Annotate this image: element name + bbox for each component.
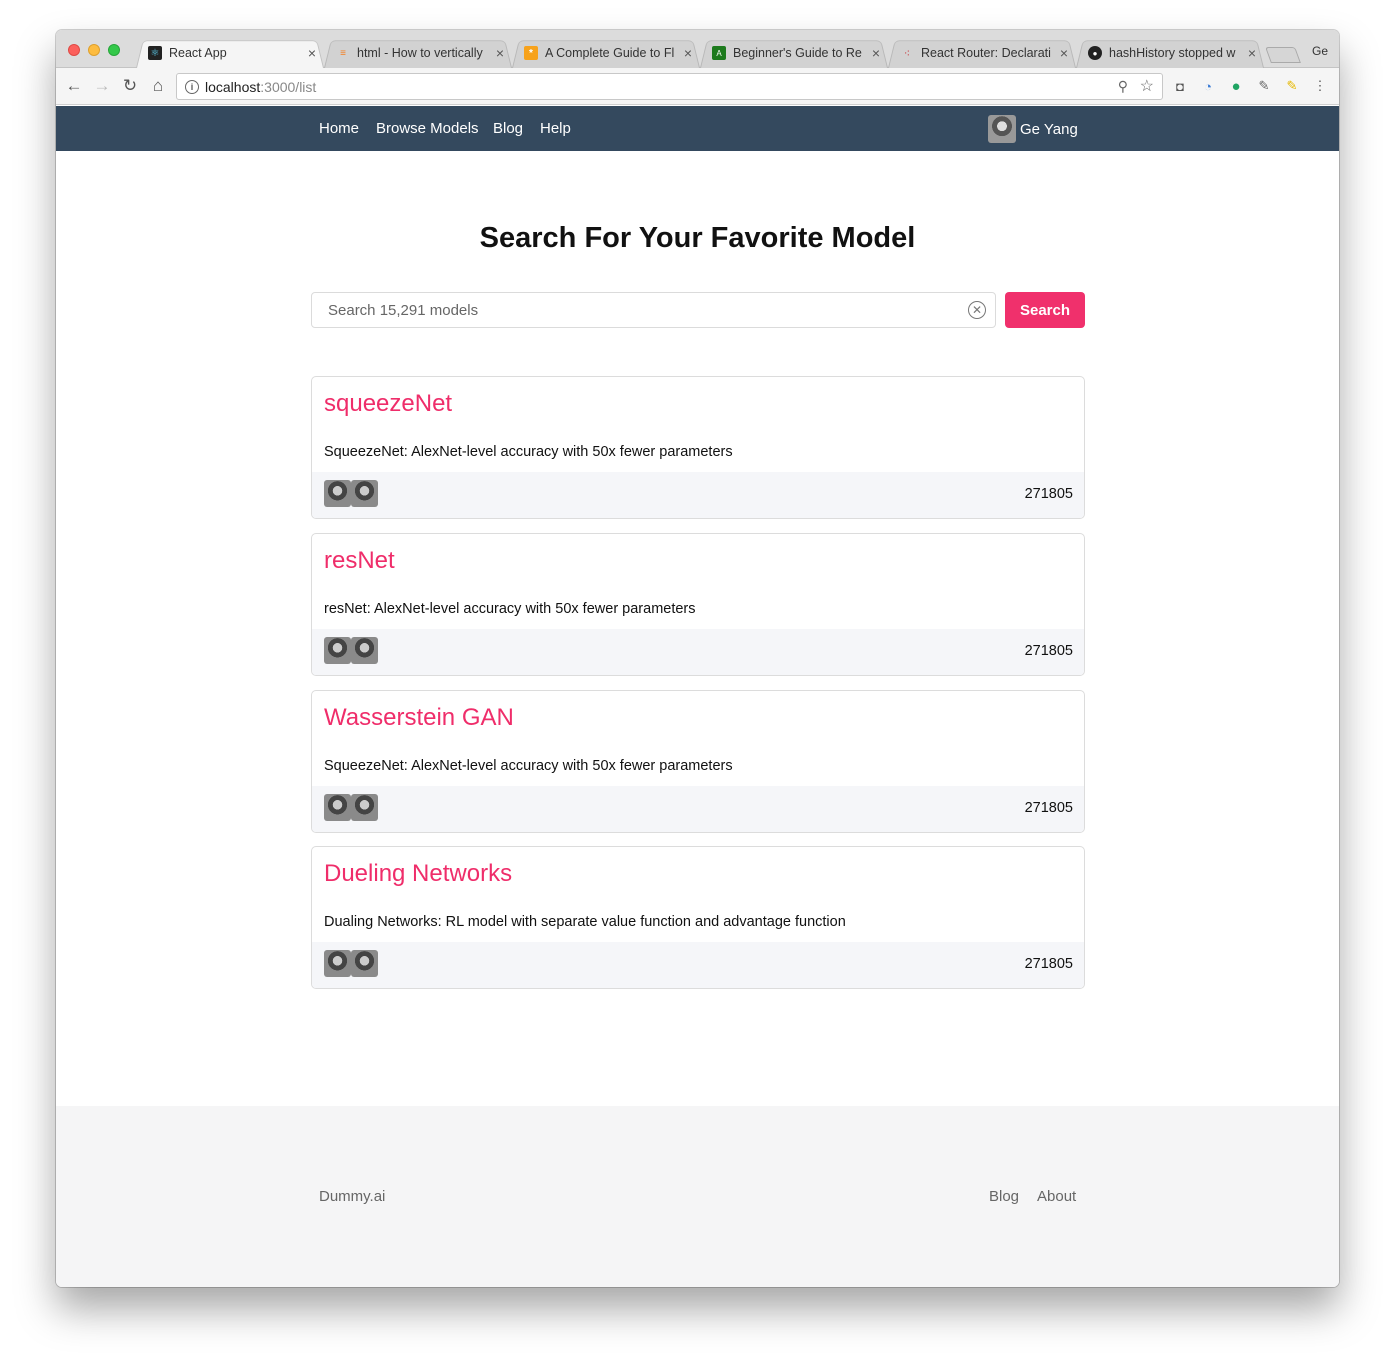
nav-help[interactable]: Help <box>540 120 571 137</box>
back-arrow-icon[interactable]: ← <box>64 76 84 96</box>
model-count: 271805 <box>1024 800 1073 816</box>
close-icon[interactable]: × <box>1248 45 1256 61</box>
model-count: 271805 <box>1024 486 1073 502</box>
model-card-resnet: resNet resNet: AlexNet-level accuracy wi… <box>311 533 1085 676</box>
search-button[interactable]: Search <box>1005 292 1085 328</box>
maximize-window-button[interactable] <box>108 44 120 56</box>
footer-brand[interactable]: Dummy.ai <box>319 1188 385 1205</box>
url-host: localhost <box>205 78 261 95</box>
tab-label: Beginner's Guide to Re <box>733 46 862 60</box>
menu-dots-icon[interactable]: ⋮ <box>1312 78 1328 94</box>
contributor-avatar[interactable] <box>351 637 378 664</box>
user-avatar <box>988 115 1016 143</box>
close-icon[interactable]: × <box>872 45 880 61</box>
close-icon[interactable]: × <box>496 45 504 61</box>
contributor-avatar[interactable] <box>324 794 351 821</box>
tab-codepen[interactable]: A Beginner's Guide to Re × <box>700 38 888 68</box>
model-count: 271805 <box>1024 643 1073 659</box>
user-name: Ge Yang <box>1020 120 1078 138</box>
clear-search-icon[interactable]: ✕ <box>968 301 986 319</box>
contributor-avatar[interactable] <box>351 794 378 821</box>
close-icon[interactable]: × <box>308 45 316 61</box>
home-icon[interactable]: ⌂ <box>148 76 168 96</box>
grammarly-icon[interactable]: ● <box>1228 78 1244 95</box>
model-card-dueling-networks: Dueling Networks Dualing Networks: RL mo… <box>311 846 1085 989</box>
tab-label: React App <box>169 46 227 60</box>
model-count: 271805 <box>1024 956 1073 972</box>
stackoverflow-icon: ≡ <box>340 47 346 59</box>
browser-window: ⚛ React App × ≡ html - How to vertically… <box>56 30 1339 1287</box>
new-tab-button[interactable] <box>1265 47 1301 63</box>
model-description: resNet: AlexNet-level accuracy with 50x … <box>324 601 696 617</box>
tab-stackoverflow[interactable]: ≡ html - How to vertically × <box>324 38 512 68</box>
extension-icon[interactable]: ◔ <box>1200 78 1216 94</box>
address-bar[interactable]: i localhost:3000/list ⚲ ☆ <box>176 73 1163 100</box>
model-description: SqueezeNet: AlexNet-level accuracy with … <box>324 444 733 460</box>
model-title[interactable]: Dueling Networks <box>324 860 512 888</box>
card-footer: 271805 <box>312 472 1084 518</box>
close-icon[interactable]: × <box>1060 45 1068 61</box>
card-footer: 271805 <box>312 942 1084 988</box>
contributor-avatar[interactable] <box>351 950 378 977</box>
main-content: Search For Your Favorite Model ✕ Search … <box>56 151 1339 1106</box>
tab-github[interactable]: ● hashHistory stopped w × <box>1076 38 1264 68</box>
bookmark-star-icon[interactable]: ☆ <box>1140 76 1154 96</box>
nav-blog[interactable]: Blog <box>493 120 523 137</box>
tab-strip: ⚛ React App × ≡ html - How to vertically… <box>56 30 1339 68</box>
model-title[interactable]: resNet <box>324 547 395 575</box>
url-path: :3000/list <box>260 78 317 95</box>
contributor-avatar[interactable] <box>324 480 351 507</box>
model-description: SqueezeNet: AlexNet-level accuracy with … <box>324 758 733 774</box>
nav-browse-models[interactable]: Browse Models <box>376 120 479 137</box>
model-title[interactable]: Wasserstein GAN <box>324 704 514 732</box>
page-footer: Dummy.ai Blog About <box>56 1106 1339 1287</box>
pocket-icon[interactable]: ◘ <box>1172 78 1188 94</box>
page-title: Search For Your Favorite Model <box>479 222 916 254</box>
model-card-wasserstein-gan: Wasserstein GAN SqueezeNet: AlexNet-leve… <box>311 690 1085 833</box>
nav-home[interactable]: Home <box>319 120 359 137</box>
footer-link-about[interactable]: About <box>1037 1188 1076 1205</box>
pen-icon[interactable]: ✎ <box>1256 78 1272 94</box>
tab-react-router[interactable]: ⁖ React Router: Declarati × <box>888 38 1076 68</box>
forward-arrow-icon[interactable]: → <box>92 76 112 96</box>
info-icon[interactable]: i <box>185 79 199 94</box>
profile-button[interactable]: Ge <box>1312 44 1328 58</box>
minimize-window-button[interactable] <box>88 44 100 56</box>
app-navbar: Home Browse Models Blog Help Ge Yang <box>56 106 1339 151</box>
tab-label: hashHistory stopped w <box>1109 46 1236 60</box>
highlighter-icon[interactable]: ✎ <box>1284 78 1300 94</box>
react-logo-icon: ⚛ <box>148 46 162 60</box>
footer-link-blog[interactable]: Blog <box>989 1188 1019 1205</box>
tab-css-tricks[interactable]: * A Complete Guide to Fl × <box>512 38 700 68</box>
model-card-squeezenet: squeezeNet SqueezeNet: AlexNet-level acc… <box>311 376 1085 519</box>
react-router-icon: ⁖ <box>903 47 911 60</box>
model-title[interactable]: squeezeNet <box>324 390 452 418</box>
tab-label: html - How to vertically <box>357 46 483 60</box>
github-icon: ● <box>1088 46 1102 60</box>
tab-label: A Complete Guide to Fl <box>545 46 675 60</box>
close-icon[interactable]: × <box>684 45 692 61</box>
browser-toolbar: ← → ↻ ⌂ i localhost:3000/list ⚲ ☆ ◘ ◔ ● … <box>56 68 1339 105</box>
contributor-avatar[interactable] <box>324 637 351 664</box>
contributor-avatar[interactable] <box>351 480 378 507</box>
card-footer: 271805 <box>312 629 1084 675</box>
close-window-button[interactable] <box>68 44 80 56</box>
model-description: Dualing Networks: RL model with separate… <box>324 914 846 930</box>
contributor-avatar[interactable] <box>324 950 351 977</box>
search-input[interactable] <box>311 292 996 328</box>
reload-icon[interactable]: ↻ <box>120 76 140 96</box>
card-footer: 271805 <box>312 786 1084 832</box>
tab-label: React Router: Declarati <box>921 46 1051 60</box>
tab-react-app[interactable]: ⚛ React App × <box>136 38 324 68</box>
zoom-icon[interactable]: ⚲ <box>1118 78 1128 95</box>
codepen-icon: A <box>712 46 726 60</box>
css-tricks-icon: * <box>524 46 538 60</box>
user-menu[interactable]: Ge Yang <box>988 115 1078 143</box>
